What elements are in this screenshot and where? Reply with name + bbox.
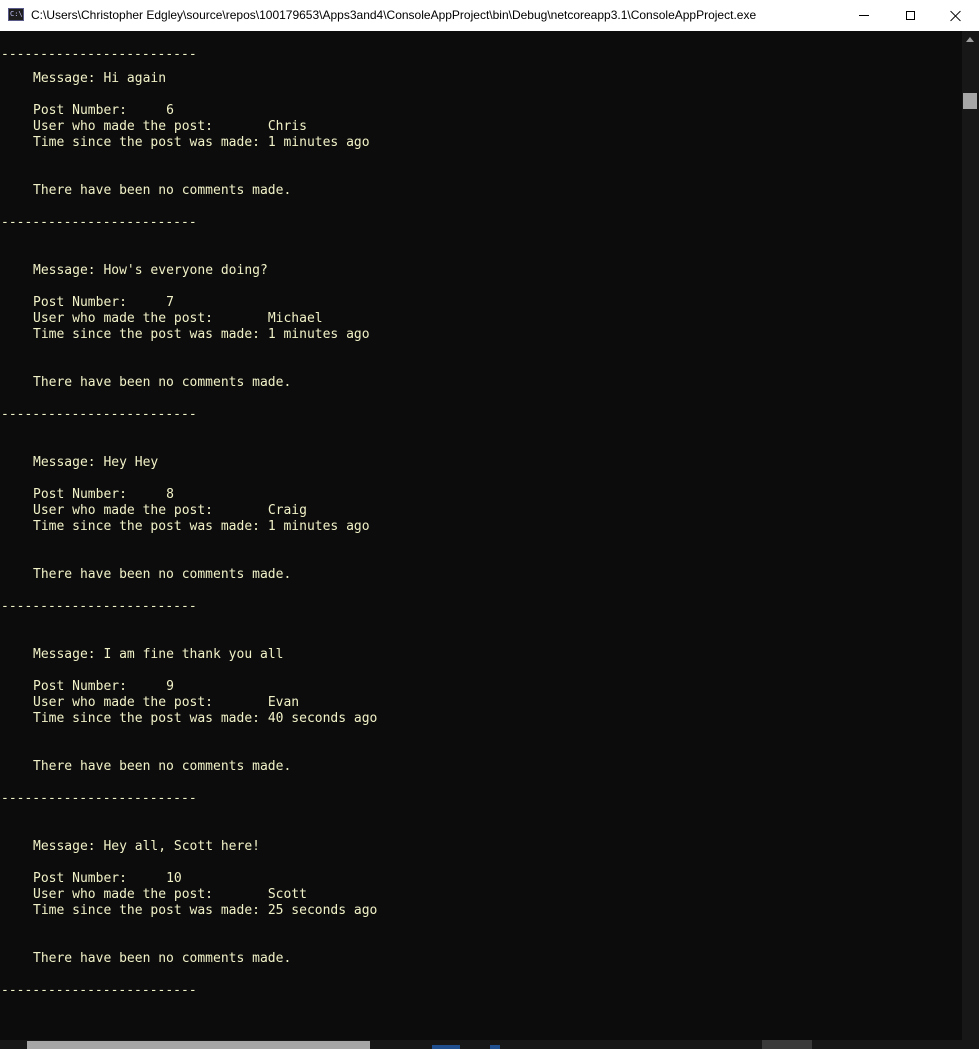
- post-user-label: User who made the post:: [33, 695, 268, 710]
- post-comments: There have been no comments made.: [33, 759, 291, 775]
- post-comments-value: There have been no comments made.: [33, 183, 292, 198]
- post-number-value: 7: [166, 295, 174, 310]
- separator-line: -------------------------: [1, 215, 197, 231]
- post-number-value: 9: [166, 679, 174, 694]
- post-user-label: User who made the post:: [33, 503, 268, 518]
- post-user: User who made the post: Scott: [33, 887, 307, 903]
- post-message: Message: Hey all, Scott here!: [33, 839, 260, 855]
- post-user-label: User who made the post:: [33, 119, 268, 134]
- post-number: Post Number: 6: [33, 103, 174, 119]
- post-time-value: 1 minutes ago: [267, 519, 370, 534]
- post-number-value: 10: [166, 871, 182, 886]
- post-number: Post Number: 9: [33, 679, 174, 695]
- console-output[interactable]: ------------------------- Message: Hi ag…: [0, 31, 962, 1040]
- vertical-scroll-thumb[interactable]: [963, 93, 977, 109]
- post-message-label: Message:: [33, 839, 104, 854]
- post-user-label: User who made the post:: [33, 311, 268, 326]
- post-number-value: 6: [166, 103, 174, 118]
- separator-line: -------------------------: [1, 983, 197, 999]
- post-user: User who made the post: Craig: [33, 503, 307, 519]
- maximize-button[interactable]: [887, 0, 933, 31]
- separator-line-value: -------------------------: [1, 215, 197, 230]
- post-comments: There have been no comments made.: [33, 183, 291, 199]
- post-comments-value: There have been no comments made.: [33, 375, 292, 390]
- vertical-scrollbar[interactable]: [962, 31, 979, 1040]
- post-comments: There have been no comments made.: [33, 567, 291, 583]
- post-message-value: Hi again: [103, 71, 167, 86]
- post-time: Time since the post was made: 40 seconds…: [33, 711, 377, 727]
- post-user: User who made the post: Evan: [33, 695, 299, 711]
- post-message: Message: Hey Hey: [33, 455, 158, 471]
- post-number-label: Post Number:: [33, 871, 167, 886]
- post-number-label: Post Number:: [33, 103, 167, 118]
- scroll-up-arrow-icon[interactable]: [966, 37, 974, 42]
- separator-line: -------------------------: [1, 599, 197, 615]
- post-message-value: Hey Hey: [103, 455, 159, 470]
- post-message-label: Message:: [33, 263, 104, 278]
- separator-line: -------------------------: [1, 407, 197, 423]
- separator-line-value: -------------------------: [1, 407, 197, 422]
- post-comments-value: There have been no comments made.: [33, 759, 292, 774]
- post-user: User who made the post: Michael: [33, 311, 323, 327]
- post-time: Time since the post was made: 1 minutes …: [33, 519, 370, 535]
- post-message: Message: How's everyone doing?: [33, 263, 268, 279]
- post-user-value: Scott: [267, 887, 307, 902]
- post-user: User who made the post: Chris: [33, 119, 307, 135]
- taskbar-peek-mark: [490, 1045, 500, 1049]
- post-number-label: Post Number:: [33, 487, 167, 502]
- separator-line: -------------------------: [1, 47, 197, 62]
- post-message: Message: I am fine thank you all: [33, 647, 283, 663]
- post-user-value: Craig: [267, 503, 307, 518]
- window-title: C:\Users\Christopher Edgley\source\repos…: [31, 8, 757, 22]
- title-bar[interactable]: C:\ C:\Users\Christopher Edgley\source\r…: [0, 0, 979, 31]
- post-time-label: Time since the post was made:: [33, 903, 268, 918]
- post-time: Time since the post was made: 1 minutes …: [33, 327, 370, 343]
- post-time-value: 40 seconds ago: [267, 711, 378, 726]
- post-number: Post Number: 10: [33, 871, 182, 887]
- taskbar-peek-mark: [432, 1045, 460, 1049]
- separator-line-value: -------------------------: [1, 599, 197, 614]
- post-message-label: Message:: [33, 647, 104, 662]
- post-time: Time since the post was made: 1 minutes …: [33, 135, 370, 151]
- post-time-label: Time since the post was made:: [33, 135, 268, 150]
- post-time: Time since the post was made: 25 seconds…: [33, 903, 377, 919]
- post-time-label: Time since the post was made:: [33, 711, 268, 726]
- maximize-icon: [905, 11, 915, 20]
- separator-line-value: -------------------------: [1, 791, 197, 806]
- close-icon: [950, 10, 962, 22]
- separator-line-value: -------------------------: [1, 983, 197, 998]
- scrollbar-corner: [762, 1040, 812, 1049]
- close-button[interactable]: [933, 0, 979, 31]
- post-time-value: 25 seconds ago: [267, 903, 378, 918]
- minimize-icon: [859, 15, 869, 16]
- post-comments: There have been no comments made.: [33, 375, 291, 391]
- horizontal-scroll-thumb[interactable]: [27, 1041, 370, 1049]
- console-icon[interactable]: C:\: [8, 8, 24, 21]
- post-user-value: Michael: [267, 311, 323, 326]
- post-message-value: I am fine thank you all: [103, 647, 284, 662]
- post-comments-value: There have been no comments made.: [33, 951, 292, 966]
- horizontal-scrollbar[interactable]: [0, 1040, 979, 1049]
- post-time-value: 1 minutes ago: [267, 327, 370, 342]
- post-message-value: How's everyone doing?: [103, 263, 268, 278]
- post-user-value: Evan: [267, 695, 300, 710]
- post-number-label: Post Number:: [33, 679, 167, 694]
- post-number: Post Number: 7: [33, 295, 174, 311]
- post-comments: There have been no comments made.: [33, 951, 291, 967]
- post-user-label: User who made the post:: [33, 887, 268, 902]
- post-comments-value: There have been no comments made.: [33, 567, 292, 582]
- post-number-value: 8: [166, 487, 174, 502]
- post-time-label: Time since the post was made:: [33, 519, 268, 534]
- post-user-value: Chris: [267, 119, 307, 134]
- post-message-value: Hey all, Scott here!: [103, 839, 260, 854]
- post-message-label: Message:: [33, 71, 104, 86]
- post-message: Message: Hi again: [33, 71, 166, 87]
- post-time-value: 1 minutes ago: [267, 135, 370, 150]
- post-number-label: Post Number:: [33, 295, 167, 310]
- post-message-label: Message:: [33, 455, 104, 470]
- post-number: Post Number: 8: [33, 487, 174, 503]
- separator-line: -------------------------: [1, 791, 197, 807]
- minimize-button[interactable]: [841, 0, 887, 31]
- post-time-label: Time since the post was made:: [33, 327, 268, 342]
